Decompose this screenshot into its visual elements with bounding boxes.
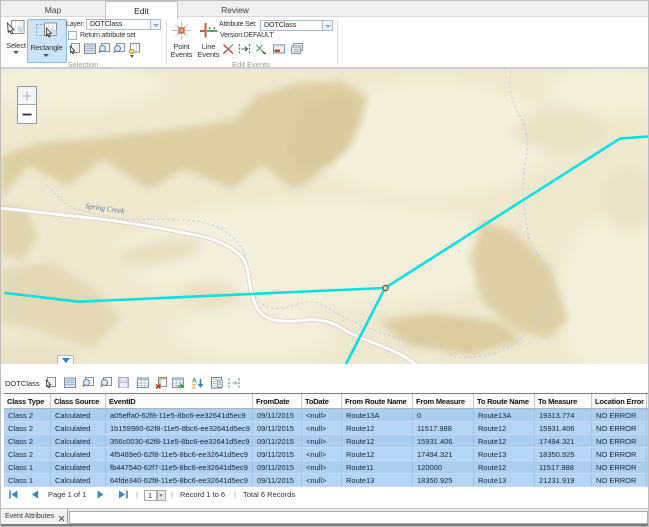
svg-text:Z: Z [192, 384, 196, 390]
